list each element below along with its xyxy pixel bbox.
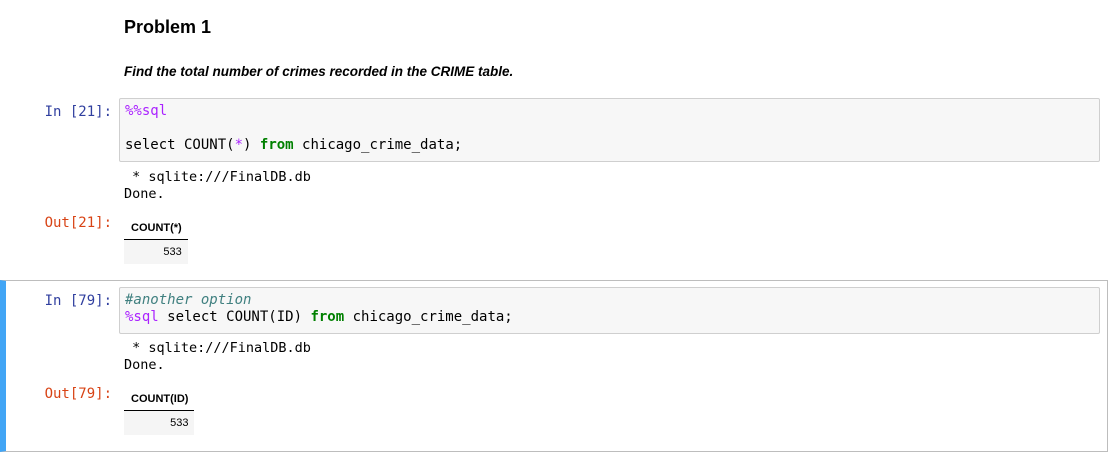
sql-paren: ) (243, 137, 260, 153)
result-table-79: COUNT(ID) 533 (124, 385, 195, 435)
code-cell-21[interactable]: %%sql select COUNT(*) from chicago_crime… (119, 98, 1100, 162)
markdown-description: Find the total number of crimes recorded… (124, 64, 514, 79)
stdout-21-line2: Done. (124, 186, 165, 202)
sql-func: select COUNT(ID) (158, 309, 311, 325)
sql-star: * (234, 137, 244, 153)
sql-table: chicago_crime_data; (344, 309, 513, 325)
in-prompt-21: In [21]: (44, 104, 112, 120)
sql-magic: %sql (125, 309, 159, 325)
sql-keyword-from: from (259, 137, 294, 153)
in-prompt-79: In [79]: (44, 293, 112, 309)
stdout-79-line2: Done. (124, 357, 165, 373)
sql-keyword-from: from (310, 309, 345, 325)
sql-magic: %%sql (125, 103, 168, 119)
table-header: COUNT(ID) (124, 385, 195, 411)
code-comment: #another option (125, 292, 252, 308)
markdown-title: Problem 1 (124, 17, 212, 37)
table-cell: 533 (124, 410, 195, 435)
sql-keyword-select: select (125, 137, 176, 153)
stdout-79-line1: * sqlite:///FinalDB.db (124, 340, 311, 356)
code-cell-79[interactable]: #another option %sql select COUNT(ID) fr… (119, 287, 1100, 334)
table-cell: 533 (124, 239, 188, 264)
out-prompt-79: Out[79]: (44, 386, 112, 402)
sql-table: chicago_crime_data; (293, 137, 463, 153)
result-table-21: COUNT(*) 533 (124, 214, 188, 264)
sql-func: COUNT( (175, 137, 235, 153)
stdout-21-line1: * sqlite:///FinalDB.db (124, 169, 311, 185)
out-prompt-21: Out[21]: (44, 215, 112, 231)
table-header: COUNT(*) (124, 214, 188, 240)
